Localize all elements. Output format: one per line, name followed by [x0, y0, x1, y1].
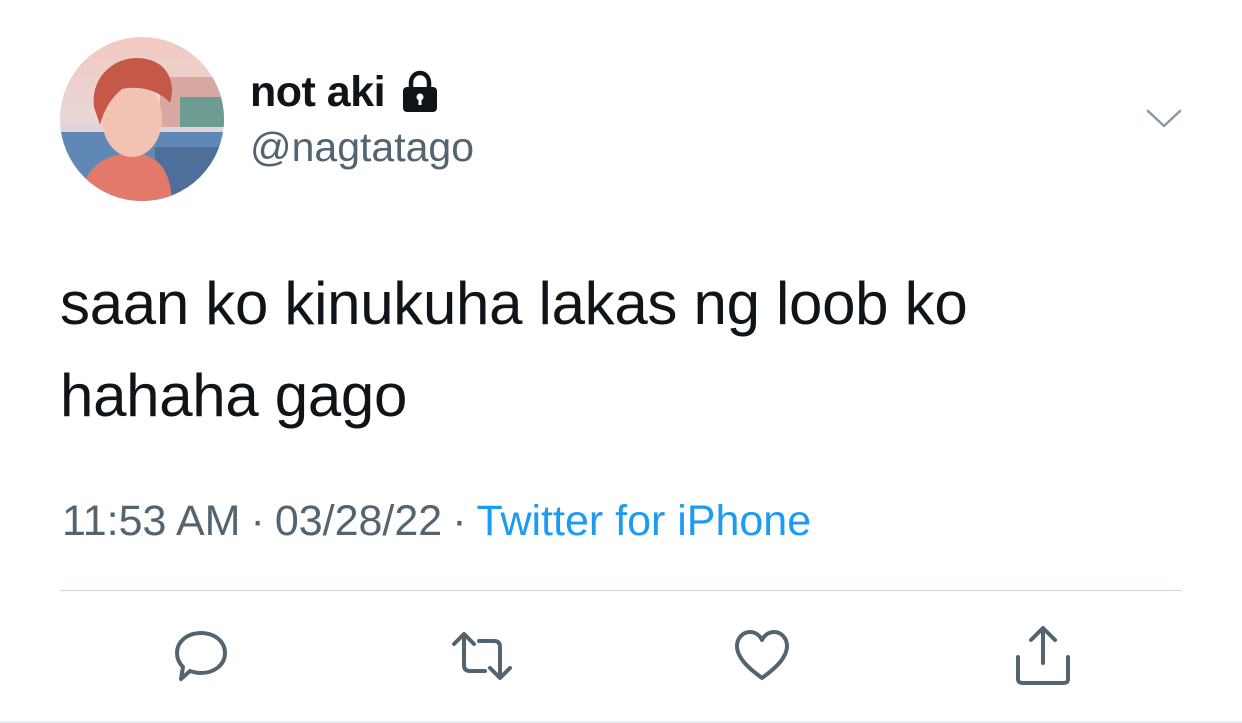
avatar[interactable]: [60, 37, 224, 201]
tweet-text: saan ko kinukuha lakas ng loob ko hahaha…: [60, 270, 968, 429]
divider: [60, 590, 1182, 591]
action-bar: [0, 625, 1242, 687]
user-handle[interactable]: @nagtatago: [250, 124, 474, 171]
chevron-down-icon[interactable]: [1143, 98, 1185, 140]
heart-icon: [731, 625, 793, 687]
separator: ·: [250, 497, 265, 545]
retweet-button[interactable]: [451, 625, 513, 687]
retweet-icon: [451, 625, 513, 687]
tweet-metadata: 11:53 AM · 03/28/22 · Twitter for iPhone: [62, 497, 811, 546]
reply-icon: [170, 625, 232, 687]
tweet-source-link[interactable]: Twitter for iPhone: [477, 497, 812, 545]
tweet-date[interactable]: 03/28/22: [275, 497, 442, 545]
user-name-row: not aki: [250, 64, 443, 120]
share-icon: [1012, 625, 1074, 687]
display-name[interactable]: not aki: [250, 68, 386, 117]
reply-button[interactable]: [170, 625, 232, 687]
avatar-image: [60, 37, 224, 201]
separator: ·: [452, 497, 467, 545]
lock-icon: [397, 69, 443, 115]
share-button[interactable]: [1012, 625, 1074, 687]
like-button[interactable]: [731, 625, 793, 687]
tweet-time[interactable]: 11:53 AM: [62, 497, 241, 545]
